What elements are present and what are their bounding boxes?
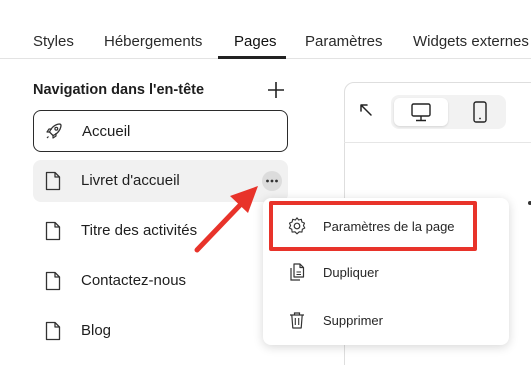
page-item-livret-daccueil[interactable]: Livret d'accueil [33, 160, 288, 202]
page-item-label: Contactez-nous [81, 272, 187, 289]
tab-bar: Styles Hébergements Pages Paramètres Wid… [0, 0, 531, 59]
mobile-icon [473, 101, 487, 123]
page-item-titre-des-activites[interactable]: Titre des activités [33, 210, 288, 252]
tab-styles[interactable]: Styles [33, 33, 74, 50]
collapse-arrow-icon [360, 104, 372, 116]
menu-item-duplicate[interactable]: Dupliquer [263, 250, 509, 294]
active-tab-indicator [218, 56, 286, 59]
tab-hebergements[interactable]: Hébergements [104, 33, 202, 50]
preview-divider [344, 142, 531, 143]
page-icon [45, 221, 61, 241]
duplicate-icon [290, 263, 305, 281]
menu-item-label: Supprimer [323, 313, 383, 328]
collapse-preview-button[interactable] [356, 100, 376, 120]
more-horizontal-icon [266, 179, 278, 183]
page-icon [45, 171, 61, 191]
page-item-contactez-nous[interactable]: Contactez-nous [33, 260, 288, 302]
menu-item-delete[interactable]: Supprimer [263, 298, 509, 342]
desktop-view-button[interactable] [394, 98, 448, 126]
rocket-icon [46, 123, 62, 139]
trash-icon [290, 312, 304, 329]
page-icon [45, 271, 61, 291]
page-item-label: Accueil [82, 123, 131, 140]
page-item-blog[interactable]: Blog [33, 310, 288, 352]
page-item-label: Blog [81, 322, 112, 339]
annotation-highlight-box [269, 201, 477, 251]
add-page-button[interactable] [266, 80, 286, 100]
tab-pages[interactable]: Pages [234, 33, 277, 50]
monitor-icon [411, 103, 431, 122]
page-icon [45, 321, 61, 341]
plus-icon [268, 82, 284, 98]
tab-parametres[interactable]: Paramètres [305, 33, 383, 50]
page-item-label: Titre des activités [81, 222, 198, 239]
tab-widgets-externes[interactable]: Widgets externes [413, 33, 529, 50]
page-item-accueil[interactable]: Accueil [33, 110, 288, 152]
more-options-button[interactable] [262, 171, 282, 191]
mobile-view-button[interactable] [460, 98, 500, 126]
menu-item-label: Dupliquer [323, 265, 379, 280]
section-title: Navigation dans l'en-tête [33, 82, 205, 98]
page-item-label: Livret d'accueil [81, 172, 180, 189]
